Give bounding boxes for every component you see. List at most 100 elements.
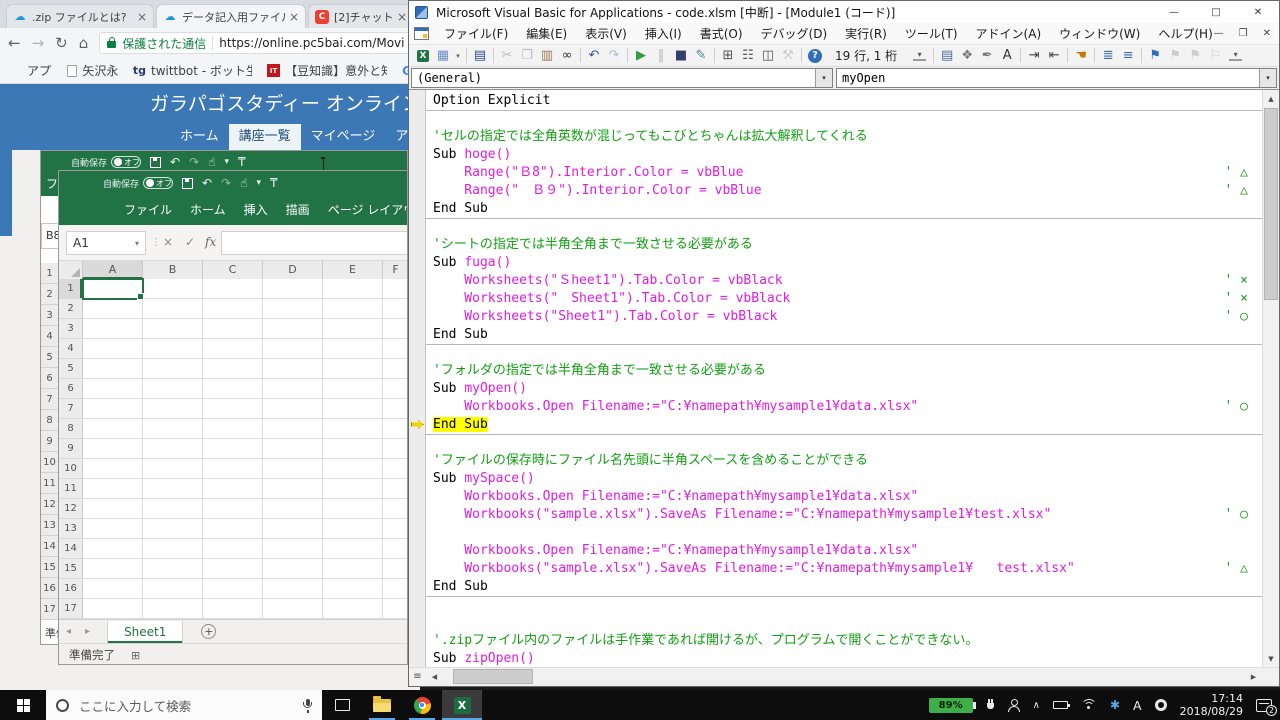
horizontal-scrollbar[interactable]: ≡ ◀ ▶ bbox=[409, 667, 1279, 685]
grid-cell[interactable] bbox=[203, 539, 263, 559]
tab-close-icon[interactable]: × bbox=[289, 10, 299, 24]
help-icon[interactable]: ? bbox=[805, 46, 825, 66]
grid-cell[interactable] bbox=[143, 399, 203, 419]
row-header[interactable]: 10 bbox=[59, 459, 83, 479]
autosave-toggle[interactable]: 自動保存 オフ bbox=[103, 177, 173, 190]
cancel-icon[interactable]: × bbox=[163, 235, 173, 249]
code-line[interactable]: End Sub bbox=[426, 578, 1262, 596]
browser-tab[interactable]: ☁.zip ファイルとは?× bbox=[6, 4, 154, 28]
battery-badge[interactable]: 89% bbox=[929, 698, 973, 713]
tab-close-icon[interactable]: × bbox=[137, 10, 147, 24]
code-line[interactable] bbox=[426, 218, 1262, 236]
grid-cell[interactable] bbox=[203, 599, 263, 619]
quick-info-icon[interactable]: ❖ bbox=[957, 46, 977, 66]
grid-cell[interactable] bbox=[143, 299, 203, 319]
task-view-button[interactable] bbox=[322, 690, 362, 720]
file-explorer-button[interactable] bbox=[362, 690, 402, 720]
child-close-icon[interactable]: ✕ bbox=[1263, 23, 1271, 45]
grid-cell[interactable] bbox=[83, 499, 143, 519]
ribbon-tab[interactable]: ページ レイアウト bbox=[319, 195, 407, 225]
save-icon[interactable] bbox=[182, 178, 193, 189]
break-icon[interactable]: ‖ bbox=[651, 46, 671, 66]
row-header[interactable]: 9 bbox=[41, 431, 59, 452]
formula-bar-sizer[interactable]: ⋮ bbox=[151, 237, 161, 248]
new-sheet-icon[interactable]: + bbox=[201, 624, 216, 639]
grid-cell[interactable] bbox=[143, 499, 203, 519]
grid-cell[interactable] bbox=[143, 319, 203, 339]
grid-cell[interactable] bbox=[323, 359, 383, 379]
vertical-scrollbar[interactable]: ▲ ▼ bbox=[1262, 90, 1279, 667]
child-minimize-icon[interactable]: — bbox=[1214, 23, 1224, 45]
ribbon-pin-icon[interactable]: ₸ bbox=[238, 156, 246, 168]
grid-cell[interactable] bbox=[143, 279, 203, 299]
undo-icon[interactable]: ↶ bbox=[170, 156, 180, 168]
forward-icon[interactable]: → bbox=[32, 36, 45, 51]
qat-dropdown-icon[interactable]: ▾ bbox=[256, 179, 261, 188]
grid-cell[interactable] bbox=[323, 299, 383, 319]
grid-cell[interactable] bbox=[383, 479, 408, 499]
ribbon-tab[interactable]: ホーム bbox=[181, 195, 235, 225]
excel-button[interactable]: X bbox=[442, 690, 482, 720]
grid-cell[interactable] bbox=[83, 319, 143, 339]
grid-cell[interactable] bbox=[323, 399, 383, 419]
code-line[interactable]: 'シートの指定では半角全角まで一致させる必要がある bbox=[426, 236, 1262, 254]
previous-bookmark-icon[interactable]: ⚑ bbox=[1185, 46, 1205, 66]
code-line[interactable]: Workbooks("sample.xlsx").SaveAs Filename… bbox=[426, 560, 1262, 578]
dropdown-icon[interactable]: ▾ bbox=[1259, 69, 1276, 87]
row-header[interactable]: 16 bbox=[41, 578, 59, 599]
grid-cell[interactable] bbox=[263, 379, 323, 399]
grid-cell[interactable] bbox=[263, 439, 323, 459]
autosave-toggle[interactable]: 自動保存 オフ bbox=[71, 156, 141, 169]
grid-cell[interactable] bbox=[383, 359, 408, 379]
code-line[interactable]: '.zipファイル内のファイルは手作業であれば開けるが、プログラムで開くことがで… bbox=[426, 632, 1262, 650]
cut-icon[interactable]: ✂ bbox=[497, 46, 517, 66]
grid-cell[interactable] bbox=[323, 279, 383, 299]
clear-bookmarks-icon[interactable]: ⚐ bbox=[1205, 46, 1225, 66]
code-margin[interactable] bbox=[409, 90, 426, 667]
grid-cell[interactable] bbox=[323, 539, 383, 559]
row-header[interactable]: 15 bbox=[41, 557, 59, 578]
reload-icon[interactable]: ↻ bbox=[55, 36, 68, 51]
grid-cell[interactable] bbox=[383, 439, 408, 459]
grid-cell[interactable] bbox=[263, 459, 323, 479]
object-dropdown[interactable]: (General) ▾ bbox=[411, 68, 833, 88]
grid-cell[interactable] bbox=[83, 279, 143, 299]
page-nav-item[interactable]: ホーム bbox=[170, 124, 229, 150]
ribbon-pin-icon[interactable]: ₸ bbox=[270, 177, 278, 189]
grid-cell[interactable] bbox=[323, 319, 383, 339]
page-nav-item[interactable]: 講座一覧 bbox=[229, 124, 301, 150]
row-header[interactable]: 4 bbox=[41, 326, 59, 347]
start-button[interactable] bbox=[0, 690, 46, 720]
object-browser-icon[interactable]: ◫ bbox=[758, 46, 778, 66]
scrollbar-thumb[interactable] bbox=[453, 669, 533, 684]
grid-cell[interactable] bbox=[383, 519, 408, 539]
row-header[interactable]: 13 bbox=[41, 515, 59, 536]
grid-cell[interactable] bbox=[263, 579, 323, 599]
code-line[interactable]: 'セルの指定では全角英数が混じってもこびとちゃんは拡大解釈してくれる bbox=[426, 128, 1262, 146]
column-header[interactable]: E bbox=[323, 261, 383, 279]
grid-cell[interactable] bbox=[263, 559, 323, 579]
row-header[interactable]: 5 bbox=[41, 347, 59, 368]
name-box-dropdown-icon[interactable]: ▾ bbox=[135, 239, 139, 248]
bookmark-item[interactable]: 矢沢永吉 bbox=[67, 62, 117, 79]
row-header[interactable]: 3 bbox=[59, 319, 83, 339]
grid-cell[interactable] bbox=[383, 579, 408, 599]
run-icon[interactable]: ▶ bbox=[631, 46, 651, 66]
grid-cell[interactable] bbox=[143, 599, 203, 619]
macro-record-icon[interactable]: ⊞ bbox=[131, 649, 140, 662]
clock[interactable]: 17:14 2018/08/29 bbox=[1180, 692, 1243, 718]
toolbox-icon[interactable]: ⚒ bbox=[778, 46, 798, 66]
grid-cell[interactable] bbox=[143, 559, 203, 579]
browser-tab[interactable]: C[2]チャットワ× bbox=[308, 4, 414, 28]
grid-cell[interactable] bbox=[143, 379, 203, 399]
grid-cell[interactable] bbox=[263, 419, 323, 439]
grid-cell[interactable] bbox=[203, 519, 263, 539]
grid-cell[interactable] bbox=[323, 579, 383, 599]
copy-icon[interactable]: ❐ bbox=[517, 46, 537, 66]
column-header[interactable]: B bbox=[143, 261, 203, 279]
people-icon[interactable] bbox=[1008, 699, 1020, 712]
ribbon-tab[interactable]: 挿入 bbox=[235, 195, 277, 225]
find-icon[interactable]: ∞ bbox=[557, 46, 577, 66]
grid-cell[interactable] bbox=[83, 539, 143, 559]
module-icon[interactable] bbox=[414, 27, 429, 40]
